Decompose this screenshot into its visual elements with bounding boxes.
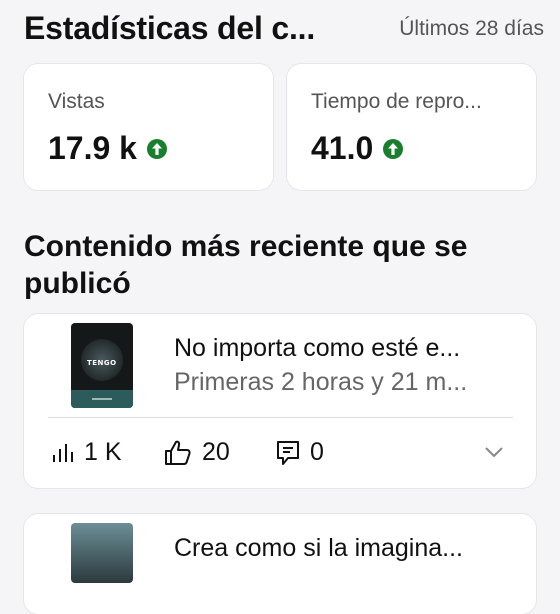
arrow-up-circle-icon (383, 138, 404, 159)
stat-value-row: 41.0 (311, 130, 404, 167)
header: Estadísticas del c... Últimos 28 días (24, 10, 544, 50)
video-title[interactable]: No importa como esté e... (174, 334, 514, 363)
views-count: 1 K (84, 438, 122, 466)
video-thumbnail[interactable] (71, 523, 133, 583)
thumbnail-text: TENGO (87, 359, 117, 367)
bar-chart-icon (53, 443, 73, 462)
video-subtitle: Primeras 2 horas y 21 m... (174, 368, 468, 396)
comments-count: 0 (310, 438, 324, 466)
stat-value: 17.9 k (48, 130, 137, 166)
video-card[interactable]: Crea como si la imagina... (24, 514, 536, 614)
video-thumbnail[interactable]: TENGO (71, 323, 133, 408)
arrow-up-circle-icon (146, 138, 167, 159)
chevron-down-icon[interactable] (484, 446, 504, 458)
thumbs-up-icon (165, 440, 191, 465)
stat-card-views[interactable]: Vistas 17.9 k (24, 64, 273, 190)
metric-comments: 0 (276, 438, 324, 467)
thumbnail-caption-line (92, 398, 112, 400)
divider (48, 417, 513, 418)
stat-card-watch-time[interactable]: Tiempo de repro... 41.0 (287, 64, 536, 190)
page-title: Estadísticas del c... (24, 10, 316, 46)
section-title: Contenido más reciente que se publicó (24, 230, 468, 300)
stat-value-row: 17.9 k (48, 130, 167, 167)
stat-label: Tiempo de repro... (311, 90, 482, 113)
metric-likes: 20 (164, 438, 230, 467)
stat-value: 41.0 (311, 130, 374, 166)
video-card[interactable]: TENGO No importa como esté e... Primeras… (24, 314, 536, 488)
video-title[interactable]: Crea como si la imagina... (174, 534, 514, 563)
metric-views: 1 K (52, 438, 122, 467)
stat-label: Vistas (48, 90, 105, 113)
likes-count: 20 (202, 438, 230, 466)
comment-icon (277, 440, 299, 465)
period-selector[interactable]: Últimos 28 días (399, 17, 544, 41)
